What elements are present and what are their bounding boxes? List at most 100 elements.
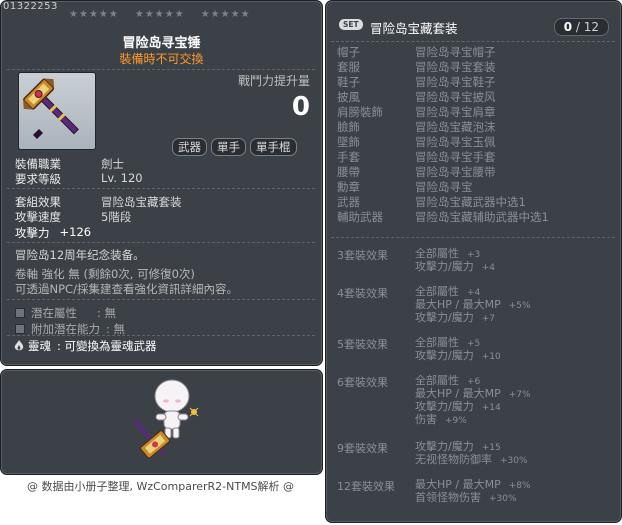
set-effect-line: 全部屬性 +5 [415, 336, 501, 349]
set-effect-line: 全部屬性 +6 [415, 374, 531, 387]
star-icon: ★ [174, 9, 184, 20]
star-icon: ★ [108, 9, 118, 20]
item-icon-frame [18, 72, 96, 150]
set-part-slot: 肩膀裝飾 [337, 105, 383, 119]
effect-value: +30% [489, 494, 517, 504]
set-effect-line: 攻擊力/魔力 +4 [415, 260, 495, 273]
set-part-slot: 勳章 [337, 180, 360, 194]
star-icon: ★ [88, 9, 98, 20]
set-effect-line: 攻擊力/魔力 +14 [415, 400, 531, 413]
divider [7, 69, 315, 70]
set-effect-line: 全部屬性 +4 [415, 285, 531, 298]
soul-flame-icon [14, 340, 24, 351]
star-icon: ★ [164, 9, 174, 20]
stat-value: 5階段 [101, 210, 132, 224]
set-part-row: 手套 冒险岛寻宝手套 [337, 151, 496, 164]
set-part-row: 臉飾 冒险岛宝藏泡沫 [337, 121, 496, 134]
set-part-slot: 披風 [337, 90, 360, 104]
effect-value: +6 [467, 377, 481, 387]
soul-key: 靈魂 [28, 339, 51, 353]
effect-value: +8% [508, 481, 531, 491]
effect-value: +10 [481, 352, 501, 362]
set-count-separator: / [572, 20, 584, 34]
set-part-row: 勳章 冒险岛寻宝 [337, 181, 473, 194]
effect-stat: 全部屬性 [415, 336, 459, 349]
effect-value: +30% [500, 456, 528, 466]
effect-stat: 全部屬性 [415, 247, 459, 260]
effect-stat: 伤害 [415, 413, 437, 426]
item-id: 01322253 [3, 1, 58, 12]
set-part-row: 輔助武器 冒险岛宝藏辅助武器中选1 [337, 211, 549, 224]
stat-value: +126 [59, 225, 92, 239]
set-part-item: 冒险岛寻宝肩章 [415, 105, 496, 119]
set-part-slot: 臉飾 [337, 120, 360, 134]
set-effect-title: 3套裝效果 [337, 249, 388, 262]
set-part-row: 套服 冒险岛寻宝套装 [337, 61, 496, 74]
set-effect-line: 攻擊力/魔力 +15 [415, 440, 528, 453]
star-group: ★ ★ ★ ★ ★ [69, 10, 118, 20]
set-effect-title: 6套裝效果 [337, 376, 388, 389]
set-effect-line: 首领怪物伤害 +30% [415, 491, 531, 504]
stat-attack-speed: 攻擊速度 5階段 [15, 209, 131, 225]
potential-row: 潛在屬性 : 無 [15, 305, 116, 321]
effect-stat: 最大HP / 最大MP [415, 387, 501, 400]
soul-row: 靈魂 : 可變換為靈魂武器 [14, 338, 157, 354]
effect-stat: 攻擊力/魔力 [415, 260, 474, 273]
item-type-tags: 武器 單手 單手棍 [172, 138, 297, 156]
set-part-slot: 手套 [337, 150, 360, 164]
stat-key: 攻擊力 [15, 226, 50, 240]
effect-value: +5 [467, 339, 481, 349]
effect-stat: 全部屬性 [415, 374, 459, 387]
effect-stat: 全部屬性 [415, 285, 459, 298]
effect-stat: 攻擊力/魔力 [415, 400, 474, 413]
combat-power-value: 0 [291, 92, 310, 122]
set-part-item: 冒险岛寻宝玉佩 [415, 135, 496, 149]
set-part-row: 披風 冒险岛寻宝披风 [337, 91, 496, 104]
star-icon: ★ [210, 9, 220, 20]
set-part-item: 冒险岛寻宝披风 [415, 90, 496, 104]
set-effect-line: 全部屬性 +3 [415, 247, 495, 260]
set-badge: SET [339, 19, 363, 30]
divider [7, 188, 315, 189]
star-group: ★ ★ ★ ★ ★ [135, 10, 184, 20]
stat-key: 攻擊速度 [15, 210, 61, 224]
potential-lock-icon [15, 308, 25, 318]
tag-one-handed-mace: 單手棍 [250, 138, 297, 156]
star-icon: ★ [69, 9, 78, 20]
set-effect-line: 最大HP / 最大MP +8% [415, 478, 531, 491]
set-part-row: 帽子 冒险岛寻宝帽子 [337, 46, 496, 59]
trade-restriction-note: 裝備時不可交換 [119, 52, 204, 66]
effect-stat: 攻擊力/魔力 [415, 311, 474, 324]
set-part-item: 冒险岛寻宝 [415, 180, 473, 194]
star-icon: ★ [220, 9, 230, 20]
set-part-slot: 墜飾 [337, 135, 360, 149]
set-count-current: 0 [563, 20, 573, 34]
set-part-item: 冒险岛寻宝套装 [415, 60, 496, 74]
set-part-item: 冒险岛寻宝帽子 [415, 45, 496, 59]
star-icon: ★ [134, 9, 144, 20]
effect-value: +4 [467, 288, 481, 298]
set-effect-line: 攻擊力/魔力 +7 [415, 311, 531, 324]
star-icon: ★ [78, 9, 88, 20]
set-part-item: 冒险岛宝藏武器中选1 [415, 195, 526, 209]
effect-stat: 首领怪物伤害 [415, 491, 481, 504]
set-part-item: 冒险岛寻宝腰带 [415, 165, 496, 179]
divider [7, 299, 315, 300]
stat-key: 裝備職業 [15, 157, 61, 171]
tag-weapon: 武器 [172, 138, 207, 156]
set-part-item: 冒险岛宝藏泡沫 [415, 120, 496, 134]
set-effect-line: 无视怪物防御率 +30% [415, 453, 528, 466]
star-icon: ★ [230, 9, 240, 20]
effect-value: +4 [481, 263, 495, 273]
potential-key: 潛在屬性 [31, 306, 77, 320]
soul-value: : 可變換為靈魂武器 [57, 339, 157, 353]
set-part-slot: 腰帶 [337, 165, 360, 179]
set-info-panel: SET 冒险岛宝藏套装 0 / 12 帽子 冒险岛寻宝帽子 套服 冒险岛寻宝套装 鞋子冒… [325, 0, 622, 523]
set-effect-line: 最大HP / 最大MP +5% [415, 298, 531, 311]
effect-value: +5% [508, 301, 531, 311]
set-part-slot: 武器 [337, 195, 360, 209]
star-icon: ★ [154, 9, 164, 20]
effect-value: +9% [445, 416, 467, 426]
set-part-row: 腰帶 冒险岛寻宝腰带 [337, 166, 496, 179]
star-icon: ★ [200, 9, 210, 20]
